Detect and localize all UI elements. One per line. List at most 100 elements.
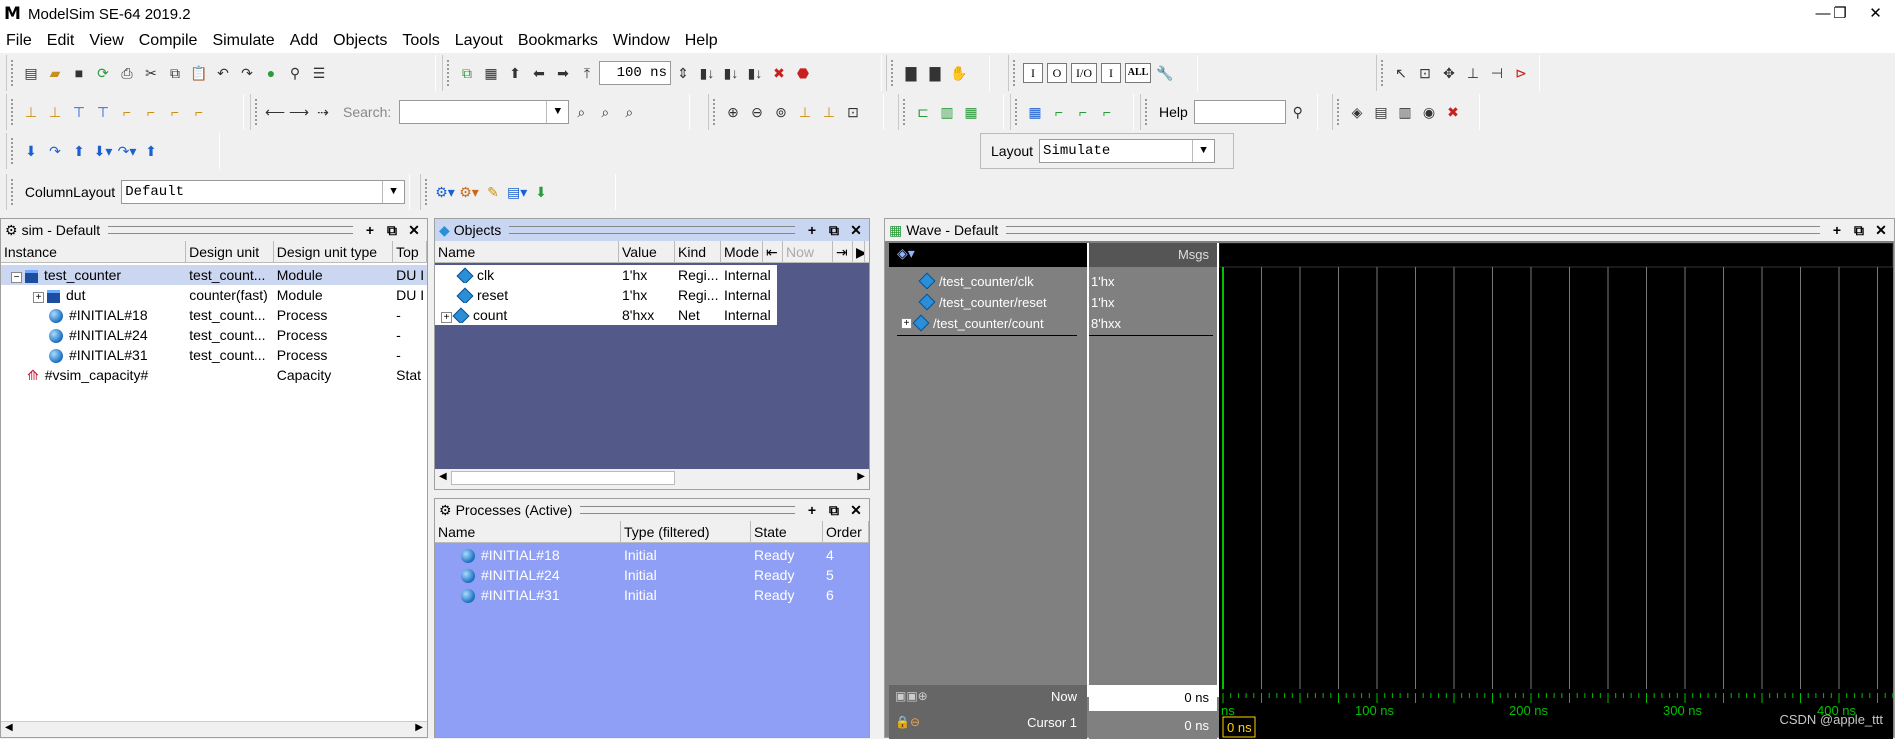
cursor-mode-icon[interactable]: ⊥ xyxy=(1463,63,1483,83)
menu-window[interactable]: Window xyxy=(613,32,670,50)
columnlayout-select[interactable]: Default ▼ xyxy=(121,180,405,204)
down-scope-icon[interactable]: ⊤ xyxy=(93,102,113,122)
zoom-area-icon[interactable]: ⊡ xyxy=(843,102,863,122)
menu-objects[interactable]: Objects xyxy=(333,32,387,50)
col-design-unit[interactable]: Design unit xyxy=(186,241,274,262)
close-pane-icon[interactable]: ✕ xyxy=(1872,221,1890,239)
profile-icon[interactable]: ◉ xyxy=(1419,102,1439,122)
wave-block-icon[interactable]: ▦ xyxy=(1025,102,1045,122)
chevron-down-icon[interactable]: ▼ xyxy=(546,101,568,123)
undo-icon[interactable]: ↶ xyxy=(213,63,233,83)
add-pane-icon[interactable]: + xyxy=(803,501,821,519)
scroll-right-icon[interactable]: ▶ xyxy=(415,722,423,733)
trace-back-icon[interactable]: ⟵ xyxy=(265,102,285,122)
edit-mode-icon[interactable]: ⊣ xyxy=(1487,63,1507,83)
table-row[interactable]: #INITIAL#24 Initial Ready 5 xyxy=(435,565,869,585)
zoom-full-icon[interactable]: ⊚ xyxy=(771,102,791,122)
add-cursor-icon[interactable]: ▣▣⊕ xyxy=(895,689,928,703)
menu-view[interactable]: View xyxy=(89,32,123,50)
reload-icon[interactable]: ⟳ xyxy=(93,63,113,83)
add-pane-icon[interactable]: + xyxy=(803,221,821,239)
scroll-right-icon[interactable]: ▶ xyxy=(857,471,865,482)
step-over2-icon[interactable]: ↷ xyxy=(45,141,65,161)
table-row[interactable]: reset 1'hx Regi... Internal xyxy=(435,285,777,305)
col-order[interactable]: Order xyxy=(823,521,869,542)
close-pane-icon[interactable]: ✕ xyxy=(405,221,423,239)
paste-icon[interactable]: 📋 xyxy=(189,63,209,83)
wave-layout2-icon[interactable]: ▇ xyxy=(925,63,945,83)
table-row[interactable]: − test_counter test_count... Module DU I xyxy=(1,265,427,285)
back-arrow-icon[interactable]: ⬅ xyxy=(529,63,549,83)
now-back-icon[interactable]: ⇤ xyxy=(763,241,783,262)
output-filter-button[interactable]: O xyxy=(1047,63,1067,83)
scroll-right-icon[interactable]: ▶ xyxy=(853,241,865,262)
add-pane-icon[interactable]: + xyxy=(1828,221,1846,239)
step-out2-icon[interactable]: ⬆ xyxy=(141,141,161,161)
stop-wave-icon[interactable]: ⊳ xyxy=(1511,63,1531,83)
step-last-icon[interactable]: ⌐ xyxy=(189,102,209,122)
column-add-icon[interactable]: ⚙▾ xyxy=(459,182,479,202)
open-folder-icon[interactable]: ▰ xyxy=(45,63,65,83)
menu-help[interactable]: Help xyxy=(685,32,718,50)
col-name[interactable]: Name xyxy=(435,241,619,262)
step-over-icon[interactable]: ⊥ xyxy=(45,102,65,122)
table-row[interactable]: + count 8'hxx Net Internal xyxy=(435,305,777,325)
table-row[interactable]: #INITIAL#31 test_count... Process - xyxy=(1,345,427,365)
zoom-in-icon[interactable]: ⊕ xyxy=(723,102,743,122)
compile-icon[interactable]: ● xyxy=(261,63,281,83)
pan-mode-icon[interactable]: ✥ xyxy=(1439,63,1459,83)
redo-icon[interactable]: ↷ xyxy=(237,63,257,83)
search-options-icon[interactable]: ⌕ xyxy=(619,102,639,122)
new-window-icon[interactable]: ⧉ xyxy=(457,63,477,83)
step-end-icon[interactable]: ⌐ xyxy=(165,102,185,122)
step-icon[interactable]: ⊥ xyxy=(21,102,41,122)
table-row[interactable]: #INITIAL#18 test_count... Process - xyxy=(1,305,427,325)
search-next-icon[interactable]: ⌕ xyxy=(571,102,591,122)
library-icon[interactable]: ◈ xyxy=(1347,102,1367,122)
waveform-canvas[interactable]: ns 100 ns 200 ns 300 ns 400 ns 0 ns xyxy=(1219,243,1893,739)
menu-compile[interactable]: Compile xyxy=(139,32,198,50)
break-icon[interactable]: ✖ xyxy=(769,63,789,83)
edge-prev-icon[interactable]: ⌐ xyxy=(1049,102,1069,122)
col-instance[interactable]: Instance xyxy=(1,241,187,262)
step-out-icon[interactable]: ⬆ xyxy=(69,141,89,161)
zoom-mode-icon[interactable]: ⊡ xyxy=(1415,63,1435,83)
close-pane-icon[interactable]: ✕ xyxy=(847,501,865,519)
forward-arrow-icon[interactable]: ➡ xyxy=(553,63,573,83)
format-literal-icon[interactable]: ⊏ xyxy=(913,102,933,122)
wave-signal-row[interactable]: + /test_counter/count xyxy=(901,313,1044,333)
step-forward-icon[interactable]: ⌐ xyxy=(141,102,161,122)
menu-add[interactable]: Add xyxy=(290,32,318,50)
column-list-icon[interactable]: ▤▾ xyxy=(507,182,527,202)
col-name[interactable]: Name xyxy=(435,521,621,542)
run-continue-icon[interactable]: ▮↓ xyxy=(721,63,741,83)
col-top[interactable]: Top xyxy=(393,241,427,262)
run-length-spinner-icon[interactable]: ⇕ xyxy=(673,63,693,83)
new-file-icon[interactable]: ▤ xyxy=(21,63,41,83)
sim-horizontal-scrollbar[interactable]: ▶ ◀ xyxy=(1,721,427,737)
up-arrow-icon[interactable]: ⬆ xyxy=(505,63,525,83)
clear-icon[interactable]: ✖ xyxy=(1443,102,1463,122)
select-mode-icon[interactable]: ↖ xyxy=(1391,63,1411,83)
trace-forward-icon[interactable]: ⟶ xyxy=(289,102,309,122)
up-scope-icon[interactable]: ⊤ xyxy=(69,102,89,122)
edge-last-icon[interactable]: ⌐ xyxy=(1097,102,1117,122)
run-length-input[interactable]: 100 ns xyxy=(599,61,671,85)
all-filter-button[interactable]: ALL xyxy=(1125,63,1151,83)
zoom-cursor-icon[interactable]: ⊥ xyxy=(795,102,815,122)
undock-icon[interactable]: ⧉ xyxy=(825,221,843,239)
menu-bookmarks[interactable]: Bookmarks xyxy=(518,32,598,50)
col-type[interactable]: Type (filtered) xyxy=(621,521,751,542)
undock-icon[interactable]: ⧉ xyxy=(1850,221,1868,239)
table-row[interactable]: ⟰ #vsim_capacity# Capacity Stat xyxy=(1,365,427,385)
inout-filter-button[interactable]: I/O xyxy=(1071,63,1097,83)
memory-icon[interactable]: ▤ xyxy=(1371,102,1391,122)
menu-file[interactable]: File xyxy=(6,32,32,50)
collapse-icon[interactable]: − xyxy=(11,272,22,283)
layout-select[interactable]: Simulate ▼ xyxy=(1039,139,1216,163)
format-logic-icon[interactable]: ▥ xyxy=(937,102,957,122)
search-prev-icon[interactable]: ⌕ xyxy=(595,102,615,122)
stop-icon[interactable]: ⬣ xyxy=(793,63,813,83)
menu-layout[interactable]: Layout xyxy=(455,32,503,50)
dataflow-icon[interactable]: ▦ xyxy=(481,63,501,83)
